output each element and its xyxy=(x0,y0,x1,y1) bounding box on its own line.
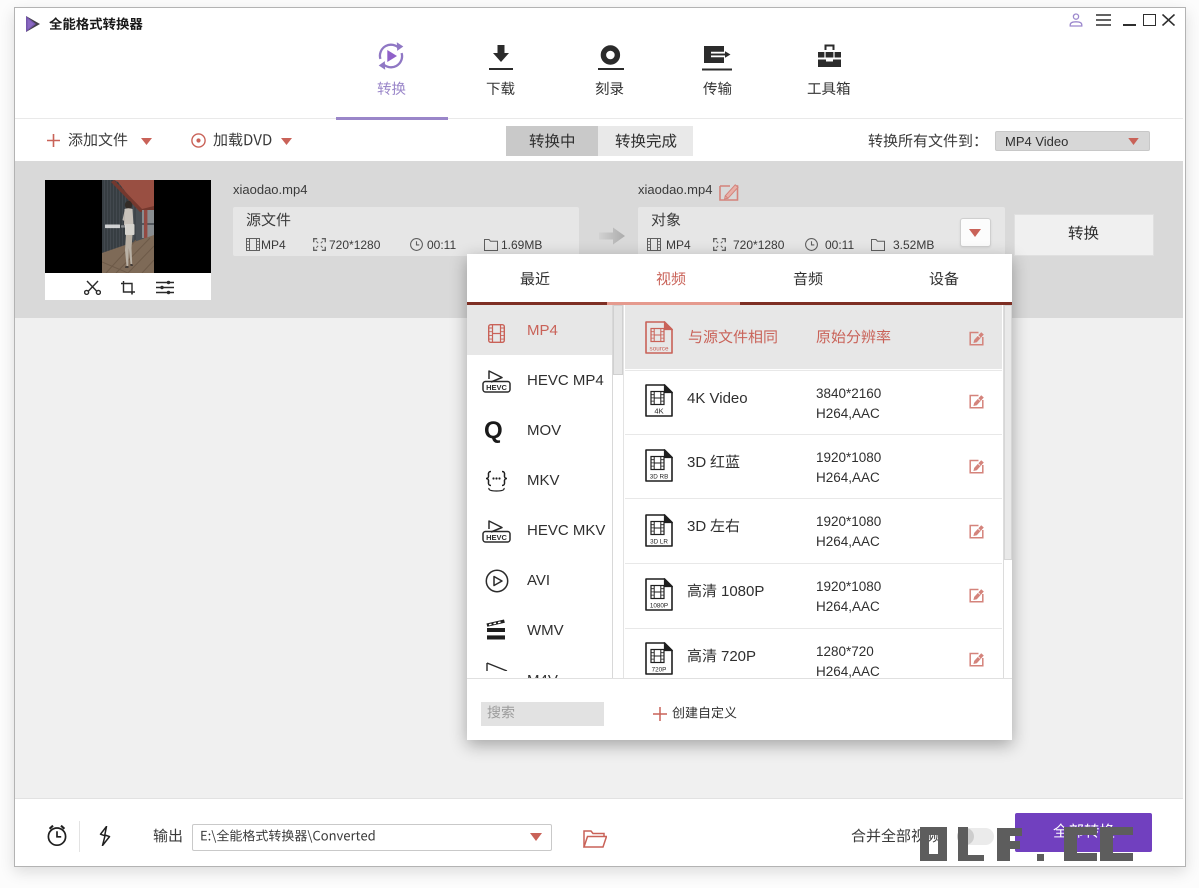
svg-text:HEVC: HEVC xyxy=(486,533,507,542)
svg-text:source: source xyxy=(650,346,669,353)
svg-text:3D RB: 3D RB xyxy=(650,474,669,481)
svg-text:HEVC: HEVC xyxy=(486,383,507,392)
svg-text:1080P: 1080P xyxy=(650,603,668,610)
svg-text:720P: 720P xyxy=(652,667,667,674)
svg-text:4K: 4K xyxy=(654,407,663,416)
svg-text:3D LR: 3D LR xyxy=(650,539,668,546)
